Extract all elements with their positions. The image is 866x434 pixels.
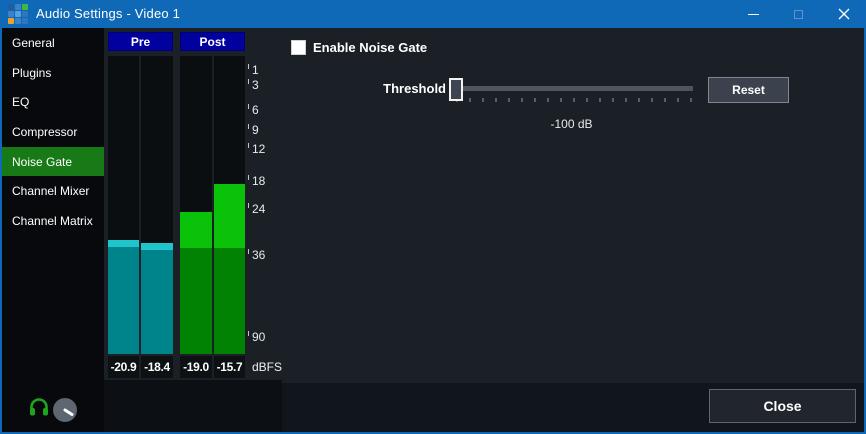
slider-tick-icon (664, 98, 666, 102)
slider-tick-icon (521, 98, 523, 102)
slider-tick-icon (625, 98, 627, 102)
maximize-icon (794, 10, 803, 19)
meter-bar-segment (214, 248, 245, 354)
scale-mark: 3 (248, 78, 259, 92)
slider-tick-icon (638, 98, 640, 102)
slider-tick-icon (469, 98, 471, 102)
meter-header-post: Post (180, 32, 245, 51)
meter-reading-pre-left: -20.9 (108, 356, 139, 378)
scale-tick-icon (248, 143, 249, 148)
sidebar-item-plugins[interactable]: Plugins (2, 58, 104, 88)
close-icon (838, 8, 850, 20)
reset-button[interactable]: Reset (708, 77, 789, 103)
enable-noise-gate-label: Enable Noise Gate (313, 40, 427, 55)
meter-bar-segment (214, 184, 245, 248)
sidebar-item-noise-gate[interactable]: Noise Gate (2, 147, 104, 177)
scale-mark: 1 (248, 63, 259, 77)
meter-reading-pre-right: -18.4 (141, 356, 173, 378)
slider-tick-icon (690, 98, 692, 102)
sidebar-item-eq[interactable]: EQ (2, 87, 104, 117)
scale-tick-icon (248, 175, 249, 180)
meter-unit-label: dBFS (252, 356, 282, 378)
threshold-slider-thumb[interactable] (449, 78, 463, 101)
meter-bar-segment (180, 212, 212, 248)
slider-tick-icon (482, 98, 484, 102)
meter-bar-segment (108, 247, 139, 354)
slider-tick-icon (534, 98, 536, 102)
audio-settings-window: Audio Settings - Video 1 General Plugins… (0, 0, 866, 434)
scale-mark: 90 (248, 330, 265, 344)
headphone-volume-knob[interactable] (52, 397, 78, 423)
enable-noise-gate-checkbox[interactable] (291, 40, 306, 55)
scale-tick-icon (248, 124, 249, 129)
slider-tick-icon (599, 98, 601, 102)
scale-tick-icon (248, 203, 249, 208)
scale-tick-icon (248, 249, 249, 254)
scale-mark: 36 (248, 248, 265, 262)
slider-tick-icon (677, 98, 679, 102)
minimize-icon (748, 14, 759, 15)
sidebar-item-channel-matrix[interactable]: Channel Matrix (2, 206, 104, 236)
scale-tick-icon (248, 64, 249, 69)
meter-bar-segment (108, 240, 139, 247)
sidebar-item-compressor[interactable]: Compressor (2, 117, 104, 147)
slider-tick-icon (547, 98, 549, 102)
slider-tick-icon (508, 98, 510, 102)
maximize-button[interactable] (776, 0, 821, 28)
scale-mark: 18 (248, 174, 265, 188)
sidebar-item-channel-mixer[interactable]: Channel Mixer (2, 176, 104, 206)
scale-mark: 12 (248, 142, 265, 156)
meter-bar-segment (180, 248, 212, 354)
meter-reading-post-left: -19.0 (180, 356, 212, 378)
scale-tick-icon (248, 79, 249, 84)
threshold-label: Threshold (346, 81, 446, 96)
scale-mark: 6 (248, 103, 259, 117)
headphones-icon[interactable] (28, 396, 50, 418)
slider-tick-icon (560, 98, 562, 102)
slider-tick-icon (495, 98, 497, 102)
meter-header-pre: Pre (108, 32, 173, 51)
window-controls (731, 0, 866, 28)
minimize-button[interactable] (731, 0, 776, 28)
slider-tick-icon (586, 98, 588, 102)
app-logo-icon (8, 4, 29, 25)
scale-mark: 24 (248, 202, 265, 216)
slider-tick-icon (612, 98, 614, 102)
sidebar-item-general[interactable]: General (2, 28, 104, 58)
scale-mark: 9 (248, 123, 259, 137)
threshold-slider-track[interactable] (450, 86, 693, 91)
scale-tick-icon (248, 331, 249, 336)
meter-bar-segment (141, 250, 173, 354)
meter-panel-base (104, 380, 282, 432)
close-button[interactable]: Close (709, 389, 856, 423)
titlebar: Audio Settings - Video 1 (0, 0, 866, 28)
slider-tick-icon (651, 98, 653, 102)
meter-reading-post-right: -15.7 (214, 356, 245, 378)
scale-tick-icon (248, 104, 249, 109)
window-title: Audio Settings - Video 1 (36, 6, 180, 21)
threshold-value: -100 dB (450, 117, 693, 131)
meter-bar-segment (141, 243, 173, 250)
slider-tick-icon (573, 98, 575, 102)
close-window-button[interactable] (821, 0, 866, 28)
sidebar: General Plugins EQ Compressor Noise Gate… (2, 28, 104, 432)
